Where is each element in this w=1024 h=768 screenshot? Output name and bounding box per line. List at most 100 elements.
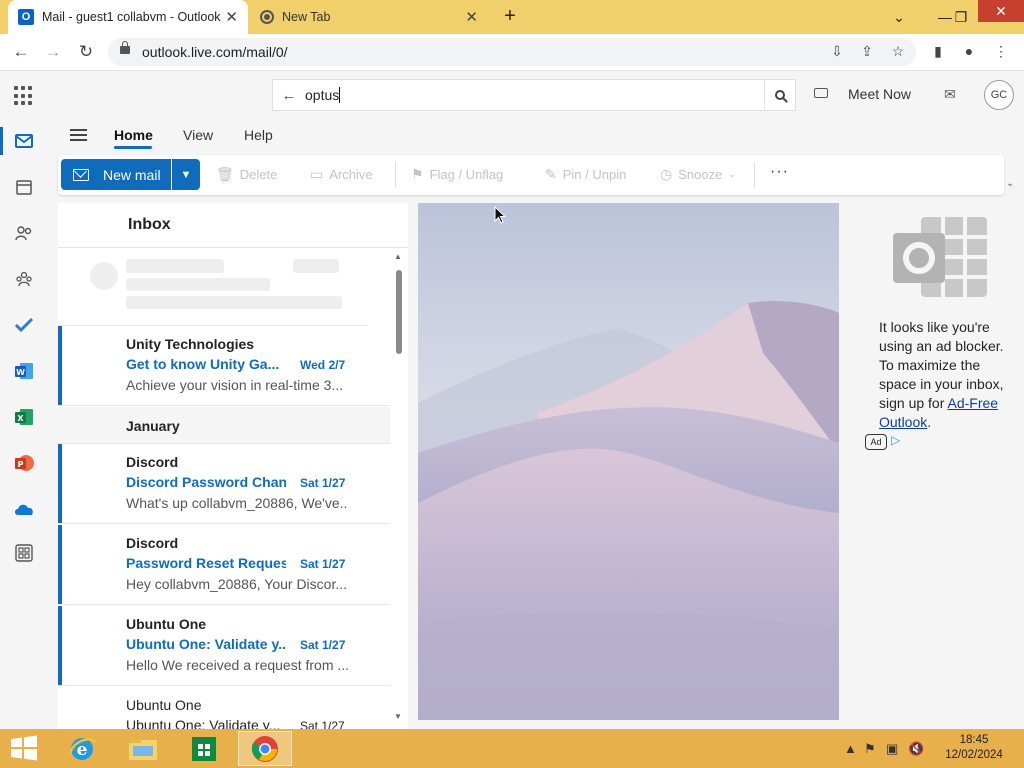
- unread-indicator: [58, 444, 62, 523]
- mail-date: Sat 1/27: [300, 476, 346, 490]
- ribbon-collapse-chevron-icon[interactable]: ⌄: [1006, 178, 1014, 189]
- volume-muted-icon[interactable]: 🔇: [908, 741, 924, 757]
- skeleton-line: [126, 259, 224, 273]
- pin-icon: ✎: [545, 166, 557, 182]
- tab-home[interactable]: Home: [114, 127, 153, 143]
- show-hidden-icons-icon[interactable]: ▲: [844, 741, 857, 756]
- clock-icon: ◷: [660, 166, 673, 182]
- group-label: January: [126, 418, 180, 434]
- groups-icon[interactable]: [12, 267, 36, 291]
- delete-button[interactable]: 🗑 Delete: [216, 166, 277, 183]
- video-camera-icon[interactable]: [814, 88, 828, 98]
- restore-button[interactable]: ❐: [944, 0, 978, 34]
- people-icon[interactable]: [12, 221, 36, 245]
- more-apps-icon[interactable]: [12, 541, 36, 565]
- onedrive-icon[interactable]: [12, 497, 36, 521]
- divider: [58, 247, 408, 248]
- tab-new-tab[interactable]: New Tab ✕: [250, 0, 488, 34]
- new-mail-button[interactable]: New mail: [61, 159, 171, 190]
- ad-blocker-message: It looks like you're using an ad blocker…: [879, 318, 1009, 432]
- text-caret: [339, 87, 341, 103]
- tab-outlook[interactable]: O Mail - guest1 collabvm - Outlook ✕: [8, 0, 248, 34]
- teams-icon[interactable]: ✉: [944, 86, 956, 103]
- chrome-taskbar-icon[interactable]: [238, 731, 292, 766]
- mail-date: Wed 2/7: [300, 358, 346, 372]
- mail-sender: Discord: [126, 535, 179, 551]
- search-input[interactable]: optus: [305, 87, 339, 103]
- new-tab-button[interactable]: +: [498, 4, 522, 28]
- network-icon[interactable]: ▣: [886, 741, 898, 757]
- flag-icon: ⚑: [411, 166, 424, 182]
- windows-store-icon[interactable]: [177, 731, 231, 766]
- list-item[interactable]: Unity Technologies Get to know Unity Ga.…: [58, 326, 390, 406]
- app-launcher-icon[interactable]: [14, 86, 34, 106]
- calendar-icon[interactable]: [12, 175, 36, 199]
- mail-date: Sat 1/27: [300, 719, 345, 729]
- chrome-menu-icon[interactable]: ⋮: [990, 40, 1012, 62]
- group-header[interactable]: January: [58, 407, 390, 444]
- more-options-button[interactable]: ···: [770, 163, 789, 181]
- tab-search-chevron-icon[interactable]: ⌄: [882, 0, 916, 34]
- list-item[interactable]: Ubuntu One Ubuntu One: Validate y... Sat…: [58, 687, 390, 729]
- svg-text:W: W: [16, 368, 25, 377]
- tab-title: New Tab: [282, 10, 331, 24]
- skeleton-avatar: [90, 262, 118, 290]
- scroll-up-arrow-icon[interactable]: ▲: [394, 252, 402, 261]
- mail-preview: Achieve your vision in real-time 3...: [126, 377, 344, 393]
- avatar[interactable]: GC: [984, 80, 1014, 110]
- archive-button[interactable]: ▭ Archive: [310, 166, 373, 183]
- share-icon[interactable]: ⇪: [856, 40, 878, 62]
- back-arrow-icon[interactable]: ←: [8, 39, 34, 65]
- tab-close-icon[interactable]: ✕: [465, 8, 478, 26]
- tab-title: Mail - guest1 collabvm - Outlook: [42, 10, 221, 24]
- rail-active-indicator: [0, 127, 3, 155]
- search-button[interactable]: [764, 80, 795, 110]
- new-mail-dropdown-button[interactable]: ▼: [172, 159, 200, 190]
- forward-arrow-icon[interactable]: →: [40, 39, 66, 65]
- tab-view[interactable]: View: [183, 127, 213, 143]
- bookmark-star-icon[interactable]: ☆: [887, 40, 909, 62]
- mail-date: Sat 1/27: [300, 557, 346, 571]
- tab-close-icon[interactable]: ✕: [225, 8, 238, 26]
- internet-explorer-icon[interactable]: e: [55, 731, 109, 766]
- list-item[interactable]: Discord Password Reset Reques... Sat 1/2…: [58, 525, 390, 605]
- action-center-flag-icon[interactable]: ⚑: [864, 741, 876, 757]
- install-app-icon[interactable]: ⇩: [826, 40, 848, 62]
- mail-subject: Ubuntu One: Validate y...: [126, 717, 281, 729]
- search-box[interactable]: ← optus: [272, 79, 796, 111]
- tab-home-underline: [114, 146, 152, 149]
- scroll-down-arrow-icon[interactable]: ▼: [394, 712, 402, 721]
- hamburger-menu-icon[interactable]: [70, 129, 87, 141]
- list-item[interactable]: Ubuntu One Ubuntu One: Validate y... Sat…: [58, 606, 390, 686]
- flag-unflag-button[interactable]: ⚑ Flag / Unflag: [411, 166, 503, 183]
- list-item[interactable]: Discord Discord Password Chan... Sat 1/2…: [58, 444, 390, 524]
- mail-icon[interactable]: [12, 129, 36, 153]
- meet-now-button[interactable]: Meet Now: [848, 86, 911, 102]
- close-window-button[interactable]: ✕: [978, 0, 1024, 22]
- search-back-arrow-icon[interactable]: ←: [273, 87, 305, 104]
- tab-help[interactable]: Help: [244, 127, 273, 143]
- mail-date: Sat 1/27: [300, 638, 346, 652]
- excel-icon[interactable]: X: [12, 405, 36, 429]
- reload-icon[interactable]: ↻: [73, 39, 99, 65]
- word-icon[interactable]: W: [12, 359, 36, 383]
- todo-check-icon[interactable]: [12, 313, 36, 337]
- adchoices-icon[interactable]: ▷: [891, 433, 900, 447]
- powerpoint-icon[interactable]: P: [12, 451, 36, 475]
- snooze-button[interactable]: ◷ Snooze ⌄: [660, 166, 736, 183]
- chrome-favicon-icon: [260, 10, 274, 24]
- mail-subject: Ubuntu One: Validate y...: [126, 636, 286, 652]
- address-bar[interactable]: outlook.live.com/mail/0/: [108, 38, 916, 66]
- file-explorer-icon[interactable]: [116, 731, 170, 766]
- system-clock[interactable]: 18:45 12/02/2024: [944, 733, 1004, 763]
- windows-start-icon[interactable]: [10, 735, 38, 761]
- profile-icon[interactable]: ●: [958, 40, 980, 62]
- scrollbar-thumb[interactable]: [396, 270, 402, 354]
- side-panel-icon[interactable]: ▮: [927, 40, 949, 62]
- skeleton-line: [293, 259, 339, 273]
- pin-unpin-button[interactable]: ✎ Pin / Unpin: [545, 166, 626, 183]
- mail-preview: Hey collabvm_20886, Your Discor...: [126, 576, 348, 592]
- mail-preview: Hello We received a request from ...: [126, 657, 348, 673]
- skeleton-line: [126, 296, 342, 309]
- mail-subject: Discord Password Chan...: [126, 474, 286, 490]
